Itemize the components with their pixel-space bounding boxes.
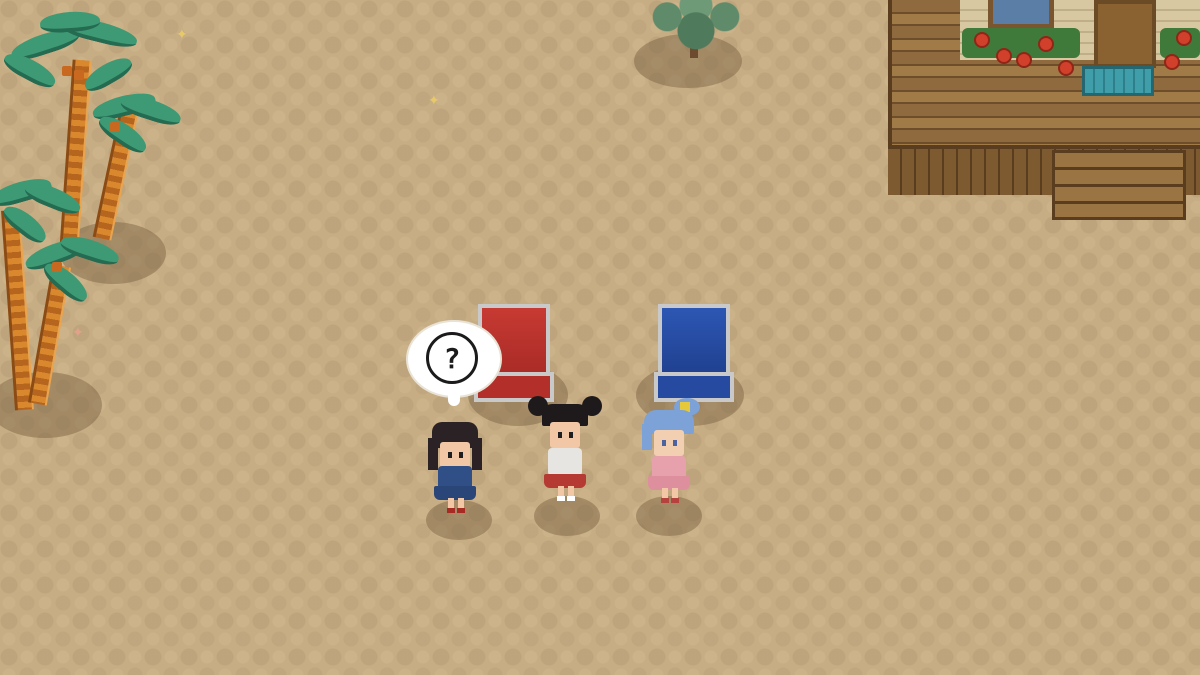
palm-tree-cluster [0,0,190,420]
character-shadow [534,496,600,536]
npc-dark-hair[interactable] [420,420,490,520]
npc-pigtails[interactable] [528,396,602,501]
doormat [1082,66,1154,96]
sparkle-icon: ✦ [428,93,440,109]
flower [974,32,990,48]
beach-house [888,0,1200,220]
bush [648,0,744,56]
flower [1038,36,1054,52]
flower [1016,52,1032,68]
house-door[interactable] [1094,0,1156,68]
house-window [988,0,1054,29]
question-mark-icon: ? [426,332,478,384]
porch-steps[interactable] [1052,150,1186,220]
flower [1164,54,1180,70]
character-shadow [636,496,702,536]
speech-bubble: ? [408,322,500,406]
flower [1176,30,1192,46]
flower [996,48,1012,64]
npc-blue-hair[interactable] [634,398,704,503]
game-scene: ✦ ✦ ✦ ? [0,0,1200,675]
flower [1058,60,1074,76]
lounge-chair-blue[interactable] [654,304,734,408]
